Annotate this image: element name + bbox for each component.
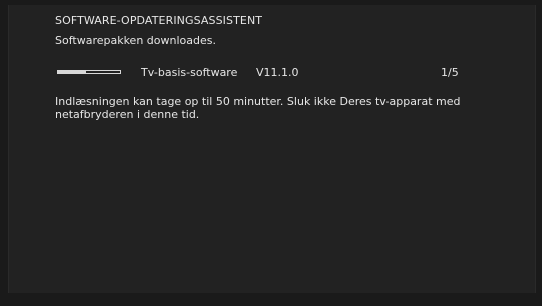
update-screen: SOFTWARE-OPDATERINGSASSISTENT Softwarepa… — [8, 5, 536, 293]
package-count: 1/5 — [441, 66, 459, 79]
assistant-title: SOFTWARE-OPDATERINGSASSISTENT — [55, 14, 263, 27]
download-status: Softwarepakken downloades. — [55, 34, 216, 47]
package-name: Tv-basis-software — [141, 66, 238, 79]
package-version: V11.1.0 — [256, 66, 299, 79]
download-notice: Indlæsningen kan tage op til 50 minutter… — [55, 95, 461, 121]
download-progress-fill — [58, 71, 86, 73]
download-progress-bar — [57, 70, 121, 74]
package-progress-row: Tv-basis-software V11.1.0 1/5 — [57, 66, 467, 80]
